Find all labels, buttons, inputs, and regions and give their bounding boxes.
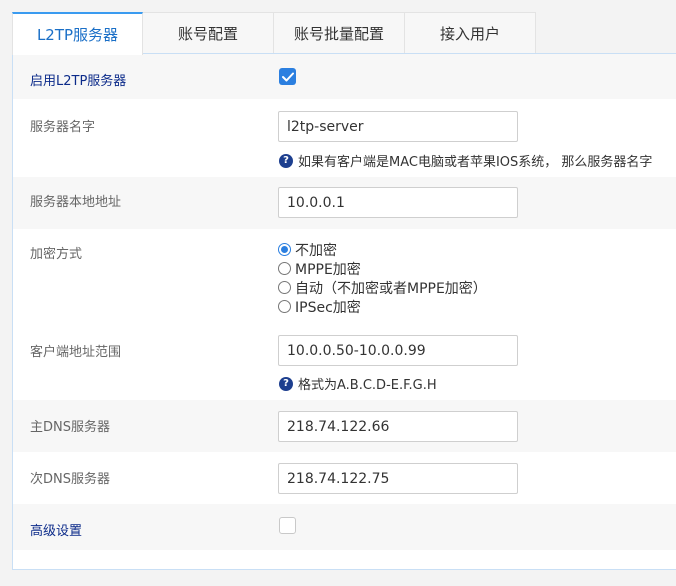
secondary-dns-input[interactable]: 218.74.122.75: [278, 463, 518, 494]
tab-connected-users[interactable]: 接入用户: [405, 12, 536, 54]
server-name-hint-text: 如果有客户端是MAC电脑或者苹果IOS系统， 那么服务器名字: [298, 155, 653, 170]
radio-dot-selected: [278, 243, 291, 256]
row-advanced: 高级设置: [13, 504, 676, 550]
checkmark-icon: [281, 72, 294, 81]
radio-dot: [278, 262, 291, 275]
server-name-label: 服务器名字: [30, 120, 96, 135]
tab-l2tp-server[interactable]: L2TP服务器: [12, 12, 143, 55]
radio-auto[interactable]: 自动（不加密或者MPPE加密）: [278, 278, 487, 297]
client-range-hint-text: 格式为A.B.C.D-E.F.G.H: [298, 378, 437, 393]
local-address-input[interactable]: 10.0.0.1: [278, 187, 518, 218]
row-primary-dns: 主DNS服务器 218.74.122.66: [13, 400, 676, 452]
radio-label: MPPE加密: [295, 261, 361, 278]
radio-label: IPSec加密: [295, 299, 361, 316]
tab-bar: L2TP服务器 账号配置 账号批量配置 接入用户: [12, 12, 536, 55]
row-secondary-dns: 次DNS服务器 218.74.122.75: [13, 452, 676, 504]
radio-ipsec[interactable]: IPSec加密: [278, 297, 487, 316]
tab-account-config[interactable]: 账号配置: [143, 12, 274, 54]
row-encryption: 加密方式 不加密 MPPE加密 自动（不加密或者MPPE加密） IPSec加密: [13, 229, 676, 322]
radio-label: 自动（不加密或者MPPE加密）: [295, 280, 487, 297]
row-local-address: 服务器本地地址 10.0.0.1: [13, 177, 676, 229]
encryption-label: 加密方式: [30, 247, 83, 262]
radio-label: 不加密: [295, 242, 337, 259]
question-icon: ?: [279, 376, 293, 391]
advanced-checkbox[interactable]: [279, 517, 296, 534]
enable-label: 启用L2TP服务器: [30, 74, 127, 89]
client-range-input[interactable]: 10.0.0.50-10.0.0.99: [278, 335, 518, 366]
server-name-input[interactable]: l2tp-server: [278, 111, 518, 142]
client-range-hint: ? 格式为A.B.C.D-E.F.G.H: [279, 374, 437, 393]
row-client-range: 客户端地址范围 10.0.0.50-10.0.0.99 ? 格式为A.B.C.D…: [13, 322, 676, 400]
advanced-label: 高级设置: [30, 524, 83, 539]
primary-dns-input[interactable]: 218.74.122.66: [278, 411, 518, 442]
question-icon: ?: [279, 153, 293, 168]
radio-dot: [278, 281, 291, 294]
primary-dns-label: 主DNS服务器: [30, 420, 110, 435]
radio-mppe[interactable]: MPPE加密: [278, 259, 487, 278]
encryption-radio-group: 不加密 MPPE加密 自动（不加密或者MPPE加密） IPSec加密: [278, 240, 487, 316]
row-server-name: 服务器名字 l2tp-server ? 如果有客户端是MAC电脑或者苹果IOS系…: [13, 99, 676, 177]
client-range-label: 客户端地址范围: [30, 345, 122, 360]
enable-checkbox[interactable]: [279, 68, 296, 85]
tab-batch-account-config[interactable]: 账号批量配置: [274, 12, 405, 54]
server-name-hint: ? 如果有客户端是MAC电脑或者苹果IOS系统， 那么服务器名字: [279, 151, 652, 170]
secondary-dns-label: 次DNS服务器: [30, 472, 110, 487]
radio-dot: [278, 300, 291, 313]
settings-panel: 启用L2TP服务器 服务器名字 l2tp-server ? 如果有客户端是MAC…: [12, 53, 676, 570]
local-address-label: 服务器本地地址: [30, 195, 122, 210]
row-enable: 启用L2TP服务器: [13, 54, 676, 99]
radio-no-encryption[interactable]: 不加密: [278, 240, 487, 259]
